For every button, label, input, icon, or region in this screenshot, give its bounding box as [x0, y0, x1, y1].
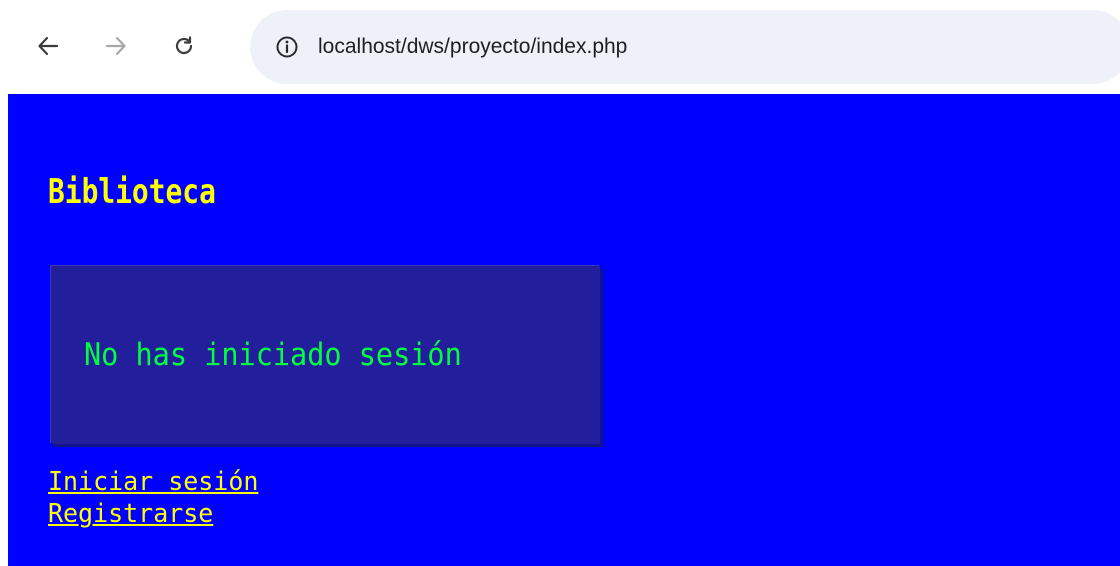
forward-button[interactable]	[100, 30, 132, 62]
session-status-box: No has iniciado sesión	[51, 266, 600, 444]
session-status-text: No has iniciado sesión	[84, 337, 462, 373]
page-viewport: Biblioteca No has iniciado sesión Inicia…	[8, 94, 1120, 566]
reload-button[interactable]	[168, 30, 200, 62]
reload-icon	[175, 36, 193, 55]
register-link[interactable]: Registrarse	[48, 500, 213, 528]
login-link[interactable]: Iniciar sesión	[48, 468, 258, 496]
address-bar[interactable]: localhost/dws/proyecto/index.php	[250, 10, 1120, 84]
arrow-right-icon	[105, 36, 126, 56]
arrow-left-icon	[38, 36, 59, 56]
info-icon	[276, 36, 298, 58]
back-button[interactable]	[32, 30, 64, 62]
url-text[interactable]: localhost/dws/proyecto/index.php	[318, 32, 627, 62]
site-info-button[interactable]	[274, 34, 300, 60]
browser-toolbar: localhost/dws/proyecto/index.php	[0, 0, 1120, 94]
page-title: Biblioteca	[48, 172, 216, 212]
